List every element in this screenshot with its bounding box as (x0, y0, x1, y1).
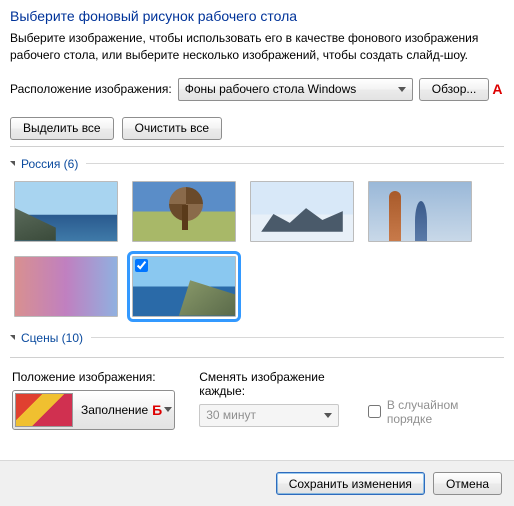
browse-button[interactable]: Обзор... (419, 78, 490, 101)
group-label: Сцены (10) (21, 331, 83, 345)
location-combo[interactable]: Фоны рабочего стола Windows (178, 78, 413, 101)
wallpaper-thumb[interactable] (368, 181, 472, 242)
wallpaper-thumb[interactable] (14, 181, 118, 242)
select-all-button[interactable]: Выделить все (10, 117, 114, 140)
shuffle-label: В случайном порядке (387, 398, 502, 426)
page-subtitle: Выберите изображение, чтобы использовать… (10, 30, 504, 64)
interval-combo[interactable]: 30 минут (199, 404, 339, 427)
cancel-button[interactable]: Отмена (433, 472, 502, 495)
chevron-down-icon (164, 407, 172, 412)
position-value: Заполнение (81, 403, 148, 417)
wallpaper-thumb[interactable] (250, 181, 354, 242)
wallpaper-list: Россия (6) Сцены (10) (10, 146, 504, 358)
marker-b: Б (152, 402, 162, 418)
clear-all-button[interactable]: Очистить все (122, 117, 222, 140)
group-header-scenes[interactable]: Сцены (10) (10, 331, 504, 345)
page-title: Выберите фоновый рисунок рабочего стола (10, 8, 504, 24)
chevron-down-icon (324, 413, 332, 418)
shuffle-checkbox[interactable] (368, 405, 381, 418)
wallpaper-thumb[interactable] (14, 256, 118, 317)
location-label: Расположение изображения: (10, 82, 172, 96)
wallpaper-thumb-selected[interactable] (132, 256, 236, 317)
marker-a: А (492, 81, 502, 97)
shuffle-option[interactable]: В случайном порядке (368, 394, 502, 430)
collapse-icon (10, 161, 15, 166)
group-label: Россия (6) (21, 157, 78, 171)
chevron-down-icon (398, 87, 406, 92)
dialog-footer: Сохранить изменения Отмена (0, 460, 514, 506)
wallpaper-thumb[interactable] (132, 181, 236, 242)
collapse-icon (10, 335, 15, 340)
wallpaper-checkbox[interactable] (135, 259, 148, 272)
position-label: Положение изображения: (12, 370, 175, 384)
save-button[interactable]: Сохранить изменения (276, 472, 425, 495)
location-value: Фоны рабочего стола Windows (185, 82, 357, 96)
position-combo[interactable]: Заполнение Б (12, 390, 175, 430)
group-header-russia[interactable]: Россия (6) (10, 157, 504, 171)
interval-value: 30 минут (206, 408, 256, 422)
interval-label: Сменять изображение каждые: (199, 370, 344, 398)
position-preview-icon (15, 393, 73, 427)
